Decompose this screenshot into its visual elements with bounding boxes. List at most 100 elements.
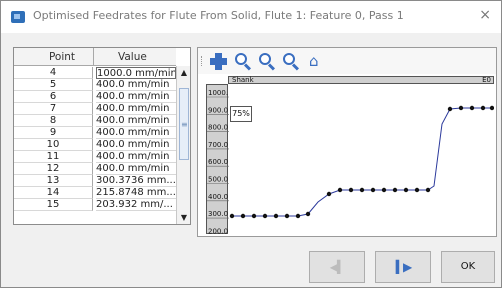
column-separator xyxy=(93,48,94,66)
y-tick-label: 700.0 xyxy=(208,141,228,149)
curve-point[interactable] xyxy=(251,213,257,219)
table-row[interactable]: 8 400.0 mm/min xyxy=(14,115,176,127)
curve-point[interactable] xyxy=(414,187,420,193)
curve-point[interactable] xyxy=(305,211,311,217)
table-row[interactable]: 14 215.8748 mm... xyxy=(14,187,176,199)
curve-point[interactable] xyxy=(403,187,409,193)
table-header: Point Value xyxy=(14,48,176,66)
curve-point[interactable] xyxy=(240,213,246,219)
value-cell[interactable]: 400.0 mm/min xyxy=(96,139,176,151)
y-tick-label: 600.0 xyxy=(208,158,228,166)
point-cell: 10 xyxy=(14,139,93,151)
point-cell: 11 xyxy=(14,151,93,163)
value-cell[interactable]: 400.0 mm/min xyxy=(96,151,176,163)
curve-point[interactable] xyxy=(381,187,387,193)
table-row[interactable]: 7 400.0 mm/min xyxy=(14,103,176,115)
table-row[interactable]: 11 400.0 mm/min xyxy=(14,151,176,163)
feedrate-line xyxy=(232,107,492,217)
x-ruler-left-label: Shank xyxy=(232,76,254,84)
window-title: Optimised Feedrates for Flute From Solid… xyxy=(33,9,404,22)
prev-button[interactable]: ◀▍ xyxy=(309,251,365,283)
y-tick-labels: 1000. 900.0 800.0 700.0 600.0 500.0 400.0 300.0… xyxy=(207,89,229,236)
table-scrollbar[interactable]: ▲ ≡ ▼ xyxy=(176,66,190,224)
value-cell[interactable]: 215.8748 mm... xyxy=(96,187,176,199)
curve-point[interactable] xyxy=(480,105,486,111)
y-tick-label: 900.0 xyxy=(208,106,228,114)
table-row[interactable]: 4 1000.0 mm/min xyxy=(14,67,176,79)
curve-point[interactable] xyxy=(392,187,398,193)
curve-point[interactable] xyxy=(284,213,290,219)
curve-point[interactable] xyxy=(458,105,464,111)
magnifier-handle xyxy=(291,63,300,71)
curve-point[interactable] xyxy=(469,105,475,111)
dialog-window: Optimised Feedrates for Flute From Solid… xyxy=(0,0,502,288)
point-cell: 13 xyxy=(14,175,93,187)
curve-point[interactable] xyxy=(229,213,235,219)
point-cell: 6 xyxy=(14,91,93,103)
toolbar-grip[interactable] xyxy=(201,56,205,66)
column-header-value[interactable]: Value xyxy=(118,51,178,63)
curve-point[interactable] xyxy=(447,106,453,112)
curve-point[interactable] xyxy=(262,213,268,219)
plot-area[interactable] xyxy=(228,84,495,234)
prev-icon: ◀▍ xyxy=(329,260,347,274)
feedrate-curve[interactable] xyxy=(228,84,495,234)
chart-area[interactable]: Shank E0 1000. 900.0 800.0 700.0 600.0 500.0 4… xyxy=(198,74,496,236)
curve-point[interactable] xyxy=(348,187,354,193)
curve-point[interactable] xyxy=(337,187,343,193)
home-icon: ⌂ xyxy=(309,52,319,70)
magnifier-handle xyxy=(267,63,276,71)
y-tick-label: 1000. xyxy=(208,89,228,97)
value-cell[interactable]: 203.932 mm/... xyxy=(96,199,176,211)
value-cell[interactable]: 1000.0 mm/min xyxy=(96,67,176,79)
curve-point[interactable] xyxy=(370,187,376,193)
value-cell[interactable]: 400.0 mm/min xyxy=(96,115,176,127)
value-cell[interactable]: 300.3736 mm... xyxy=(96,175,176,187)
point-cell: 15 xyxy=(14,199,93,211)
curve-point[interactable] xyxy=(489,105,495,111)
home-view-icon[interactable]: ⌂ xyxy=(306,51,328,71)
percent-label: 75% xyxy=(230,106,252,122)
scroll-up-arrow-icon[interactable]: ▲ xyxy=(179,68,189,77)
value-cell[interactable]: 400.0 mm/min xyxy=(96,91,176,103)
table-body: 4 1000.0 mm/min 5 400.0 mm/min 6 400.0 m… xyxy=(14,67,176,211)
curve-point[interactable] xyxy=(425,187,431,193)
curve-point[interactable] xyxy=(295,213,301,219)
value-cell[interactable]: 400.0 mm/min xyxy=(96,127,176,139)
column-header-point[interactable]: Point xyxy=(32,51,92,63)
curve-point[interactable] xyxy=(273,213,279,219)
scroll-down-arrow-icon[interactable]: ▼ xyxy=(179,213,189,222)
point-cell: 4 xyxy=(14,67,93,79)
table-row[interactable]: 15 203.932 mm/... xyxy=(14,199,176,211)
ok-button[interactable]: OK xyxy=(441,251,495,283)
curve-point[interactable] xyxy=(326,191,332,197)
y-tick-label: 300.0 xyxy=(208,210,228,218)
next-button[interactable]: ▍▶ xyxy=(375,251,431,283)
value-cell[interactable]: 400.0 mm/min xyxy=(96,163,176,175)
app-icon xyxy=(11,11,25,23)
close-icon[interactable]: × xyxy=(479,7,491,23)
title-bar: Optimised Feedrates for Flute From Solid… xyxy=(1,1,501,33)
x-ruler: Shank E0 xyxy=(228,76,494,84)
x-ruler-right-label: E0 xyxy=(482,76,491,84)
table-row[interactable]: 12 400.0 mm/min xyxy=(14,163,176,175)
table-row[interactable]: 10 400.0 mm/min xyxy=(14,139,176,151)
point-cell: 8 xyxy=(14,115,93,127)
graph-toolbar: ⌂ xyxy=(198,48,496,74)
y-tick-label: 200.0 xyxy=(208,227,228,235)
value-cell[interactable]: 400.0 mm/min xyxy=(96,79,176,91)
next-icon: ▍▶ xyxy=(395,260,413,274)
table-row[interactable]: 5 400.0 mm/min xyxy=(14,79,176,91)
zoom-in-icon[interactable] xyxy=(232,51,254,71)
magnifier-handle xyxy=(243,63,252,71)
value-cell[interactable]: 400.0 mm/min xyxy=(96,103,176,115)
zoom-out-icon[interactable] xyxy=(256,51,278,71)
zoom-fit-icon[interactable] xyxy=(280,51,302,71)
feedrate-table: Point Value 4 1000.0 mm/min 5 400.0 mm/m… xyxy=(13,47,191,225)
curve-point[interactable] xyxy=(359,187,365,193)
table-row[interactable]: 6 400.0 mm/min xyxy=(14,91,176,103)
y-tick-label: 800.0 xyxy=(208,124,228,132)
table-row[interactable]: 9 400.0 mm/min xyxy=(14,127,176,139)
add-point-icon[interactable] xyxy=(208,51,230,71)
table-row[interactable]: 13 300.3736 mm... xyxy=(14,175,176,187)
